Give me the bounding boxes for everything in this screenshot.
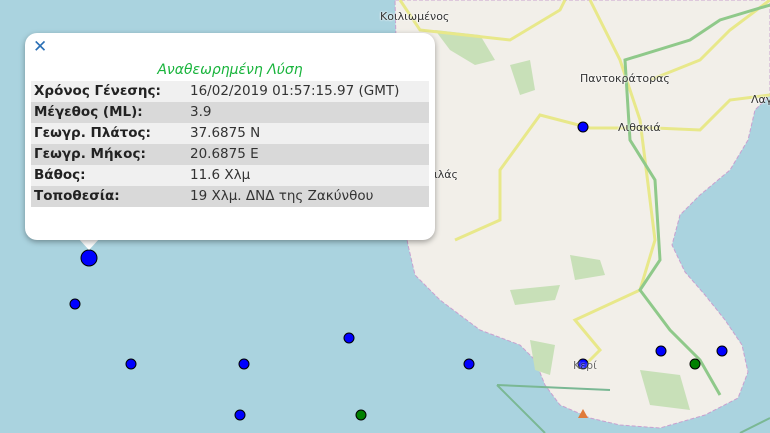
row-label: Χρόνος Γένεσης:: [34, 83, 161, 99]
row-label: Βάθος:: [34, 167, 86, 183]
row-value: 19 Χλμ. ΔΝΔ της Ζακύνθου: [190, 188, 374, 204]
place-label: Κερί: [573, 359, 597, 372]
row-label: Γεωγρ. Μήκος:: [34, 146, 146, 162]
close-icon[interactable]: ✕: [33, 37, 47, 57]
row-label: Τοποθεσία:: [34, 188, 120, 204]
row-value: 3.9: [190, 104, 212, 120]
row-value: 16/02/2019 01:57:15.97 (GMT): [190, 83, 400, 99]
table-row: Χρόνος Γένεσης: 16/02/2019 01:57:15.97 (G…: [31, 81, 429, 102]
table-row: Μέγεθος (ML): 3.9: [31, 102, 429, 123]
event-details-table: Χρόνος Γένεσης: 16/02/2019 01:57:15.97 (G…: [31, 81, 429, 207]
table-row: Τοποθεσία: 19 Χλμ. ΔΝΔ της Ζακύνθου: [31, 186, 429, 207]
row-label: Μέγεθος (ML):: [34, 104, 143, 120]
row-value: 20.6875 E: [190, 146, 259, 162]
event-popup: ✕ Αναθεωρημένη Λύση Χρόνος Γένεσης: 16/02…: [25, 33, 435, 240]
table-row: Γεωγρ. Μήκος: 20.6875 E: [31, 144, 429, 165]
table-row: Βάθος: 11.6 Χλμ: [31, 165, 429, 186]
table-row: Γεωγρ. Πλάτος: 37.6875 N: [31, 123, 429, 144]
row-value: 11.6 Χλμ: [190, 167, 251, 183]
row-value: 37.6875 N: [190, 125, 261, 141]
row-label: Γεωγρ. Πλάτος:: [34, 125, 151, 141]
popup-title: Αναθεωρημένη Λύση: [157, 62, 303, 78]
